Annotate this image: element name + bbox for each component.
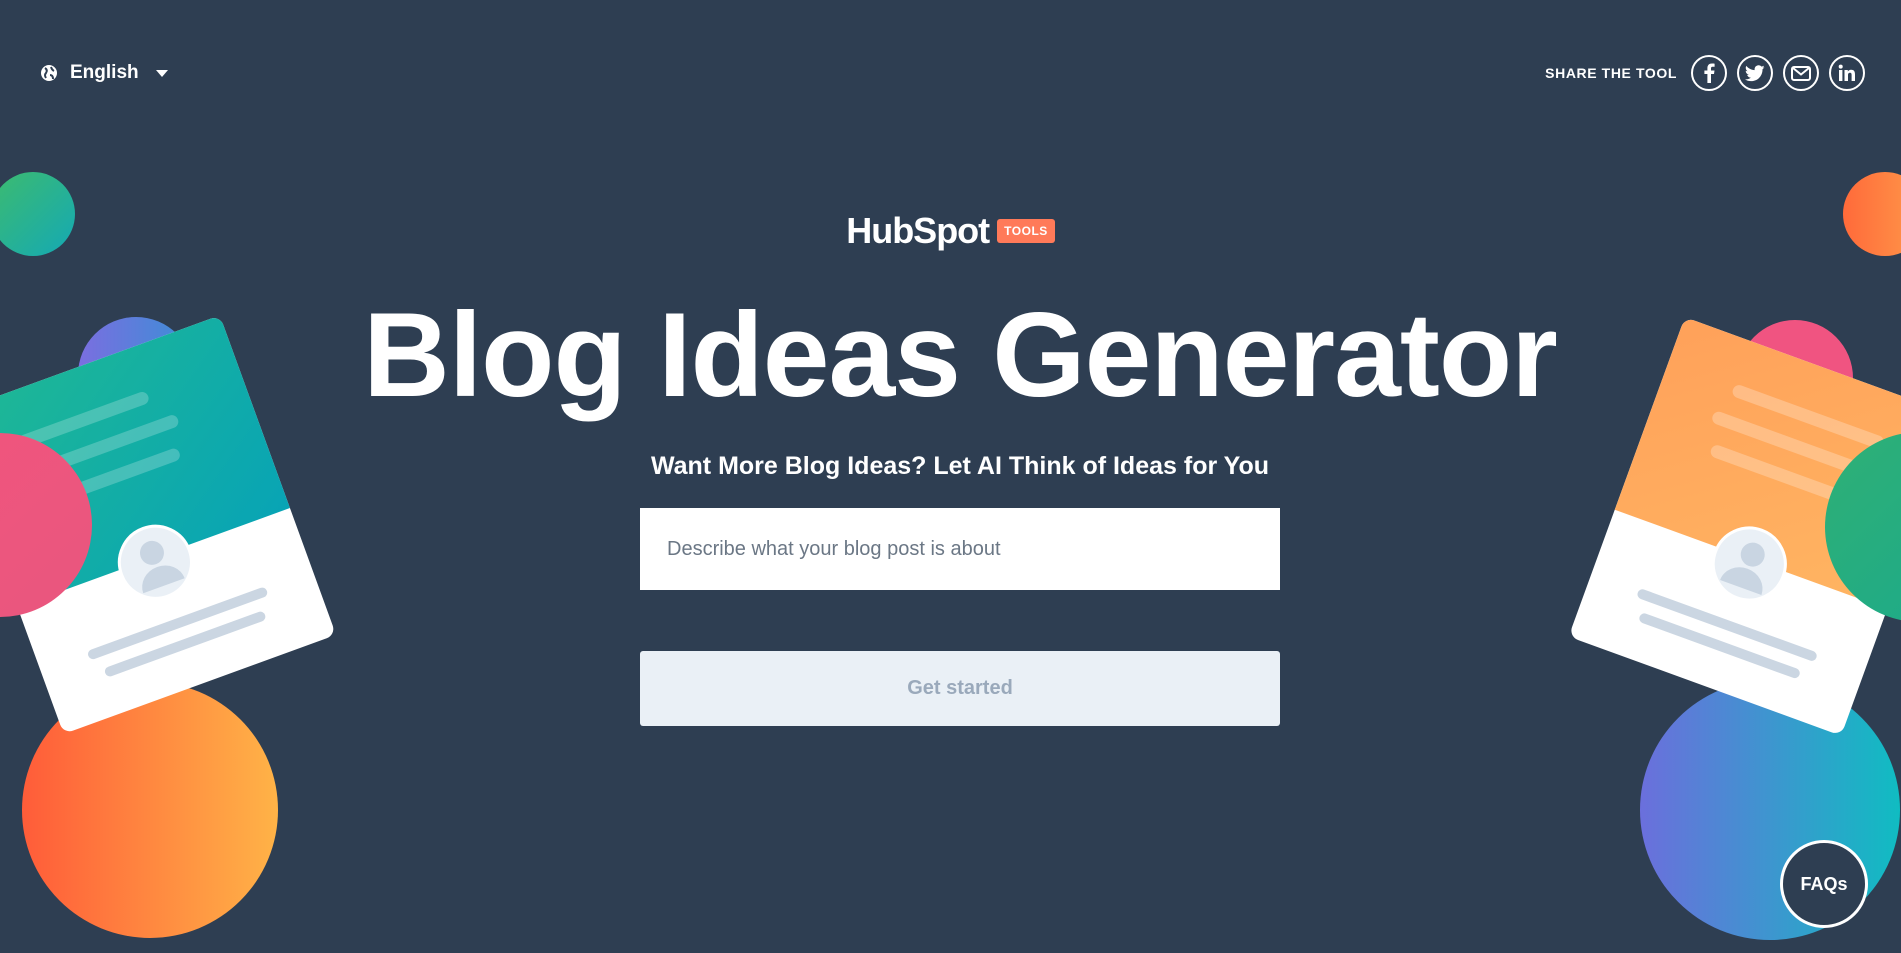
tools-badge: TOOLS — [997, 219, 1055, 243]
hubspot-tools-logo: HubSpot TOOLS — [0, 210, 1901, 252]
facebook-icon — [1704, 63, 1715, 83]
logo-wordmark: HubSpot — [846, 210, 990, 251]
blog-topic-input[interactable] — [640, 508, 1280, 590]
email-share-button[interactable] — [1783, 55, 1819, 91]
facebook-share-button[interactable] — [1691, 55, 1727, 91]
linkedin-icon — [1838, 64, 1855, 81]
get-started-button[interactable]: Get started — [640, 651, 1280, 726]
share-label: SHARE THE TOOL — [1545, 65, 1677, 81]
twitter-icon — [1745, 64, 1765, 81]
language-label: English — [70, 62, 139, 83]
caret-down-icon — [155, 69, 168, 77]
page-title: Blog Ideas Generator — [363, 288, 1558, 422]
twitter-share-button[interactable] — [1737, 55, 1773, 91]
globe-icon — [41, 65, 57, 81]
email-icon — [1791, 65, 1811, 81]
linkedin-share-button[interactable] — [1829, 55, 1865, 91]
share-tool: SHARE THE TOOL — [1545, 55, 1865, 91]
page-subtitle: Want More Blog Ideas? Let AI Think of Id… — [650, 452, 1270, 480]
faqs-button[interactable]: FAQs — [1780, 840, 1868, 928]
language-selector[interactable]: English — [40, 62, 169, 84]
